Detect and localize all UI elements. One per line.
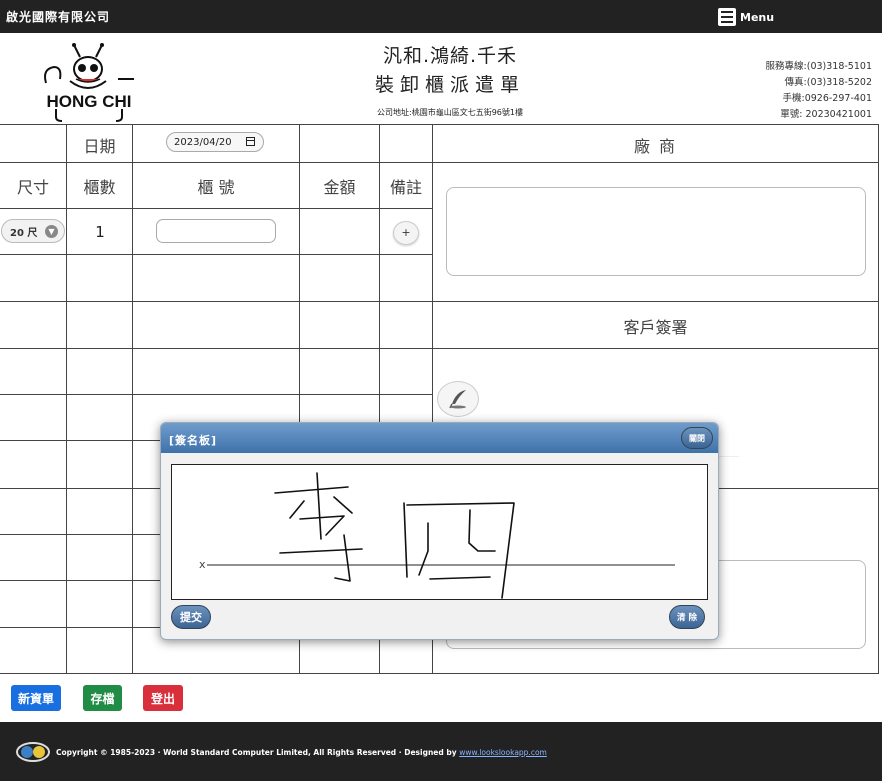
fax-number: 傳真:(03)318-5202: [784, 77, 872, 88]
grid-line: [66, 124, 67, 674]
grid-line: [132, 124, 133, 674]
signature-dialog: [簽名板] 關閉 x 提交 清 除: [160, 422, 719, 640]
dialog-title: [簽名板]: [169, 434, 218, 447]
designer-link[interactable]: www.lookslookapp.com: [459, 748, 547, 757]
document-header: HONG CHI 汎和.鴻綺.千禾 裝卸櫃派遣單 公司地址:桃園市龜山區文七五街…: [0, 33, 882, 124]
grid-line: [0, 394, 432, 395]
grid-line: [0, 254, 432, 255]
save-button[interactable]: 存檔: [83, 685, 122, 711]
page-footer: Copyright © 1985-2023 · World Standard C…: [0, 722, 882, 781]
menu-label: Menu: [740, 10, 775, 24]
menu-icon: [718, 8, 736, 26]
brand-name: 啟光國際有限公司: [6, 10, 111, 24]
top-navbar: 啟光國際有限公司 Menu: [0, 0, 882, 33]
date-label: 日期: [83, 137, 116, 156]
col-box-no: 櫃 號: [197, 178, 235, 197]
footer-logo-icon: [16, 742, 50, 762]
dialog-header: [簽名板] 關閉: [161, 423, 718, 453]
add-row-button[interactable]: +: [393, 221, 419, 245]
grid-line: [0, 208, 432, 209]
logout-button[interactable]: 登出: [143, 685, 183, 711]
col-count: 櫃數: [83, 178, 116, 197]
mobile-number: 手機:0926-297-401: [782, 93, 873, 104]
col-size: 尺寸: [16, 178, 49, 197]
date-value: 2023/04/20: [174, 136, 232, 148]
signature-pad[interactable]: x: [171, 464, 708, 600]
size-select[interactable]: 20 尺 ▼: [1, 219, 65, 243]
chevron-down-icon: ▼: [45, 225, 58, 238]
close-button[interactable]: 關閉: [681, 427, 713, 449]
calendar-icon: [246, 137, 255, 146]
quill-pen-icon: [449, 390, 466, 409]
vendor-header: 廠 商: [633, 137, 678, 156]
vendor-textarea[interactable]: [446, 187, 866, 276]
size-value: 20 尺: [10, 227, 38, 239]
col-remark: 備註: [389, 178, 422, 197]
col-amount: 金額: [323, 178, 356, 197]
contact-info: 服務專線:(03)318-5101 傳真:(03)318-5202 手機:092…: [766, 59, 872, 123]
copyright-text: Copyright © 1985-2023 · World Standard C…: [56, 748, 547, 757]
grid-line: [878, 124, 879, 674]
container-count: 1: [95, 223, 105, 241]
document-title: 裝卸櫃派遣單: [374, 74, 525, 96]
box-number-input[interactable]: [156, 219, 276, 243]
new-order-button[interactable]: 新資單: [11, 685, 61, 711]
company-names: 汎和.鴻綺.千禾: [382, 45, 518, 67]
service-line: 服務專線:(03)318-5101: [765, 61, 872, 72]
submit-signature-button[interactable]: 提交: [171, 605, 211, 629]
clear-signature-button[interactable]: 清 除: [669, 605, 705, 629]
company-logo: HONG CHI: [36, 39, 142, 123]
signature-strokes: [207, 472, 675, 599]
signature-button[interactable]: [437, 381, 479, 417]
customer-signature-header: 客戶簽署: [623, 318, 688, 337]
company-address: 公司地址:桃園市龜山區文七五街96號1樓: [377, 108, 523, 117]
menu-button[interactable]: Menu: [718, 6, 774, 28]
date-input[interactable]: 2023/04/20: [166, 132, 264, 152]
svg-text:HONG CHI: HONG CHI: [47, 92, 132, 111]
order-number: 單號: 20230421001: [780, 109, 872, 120]
